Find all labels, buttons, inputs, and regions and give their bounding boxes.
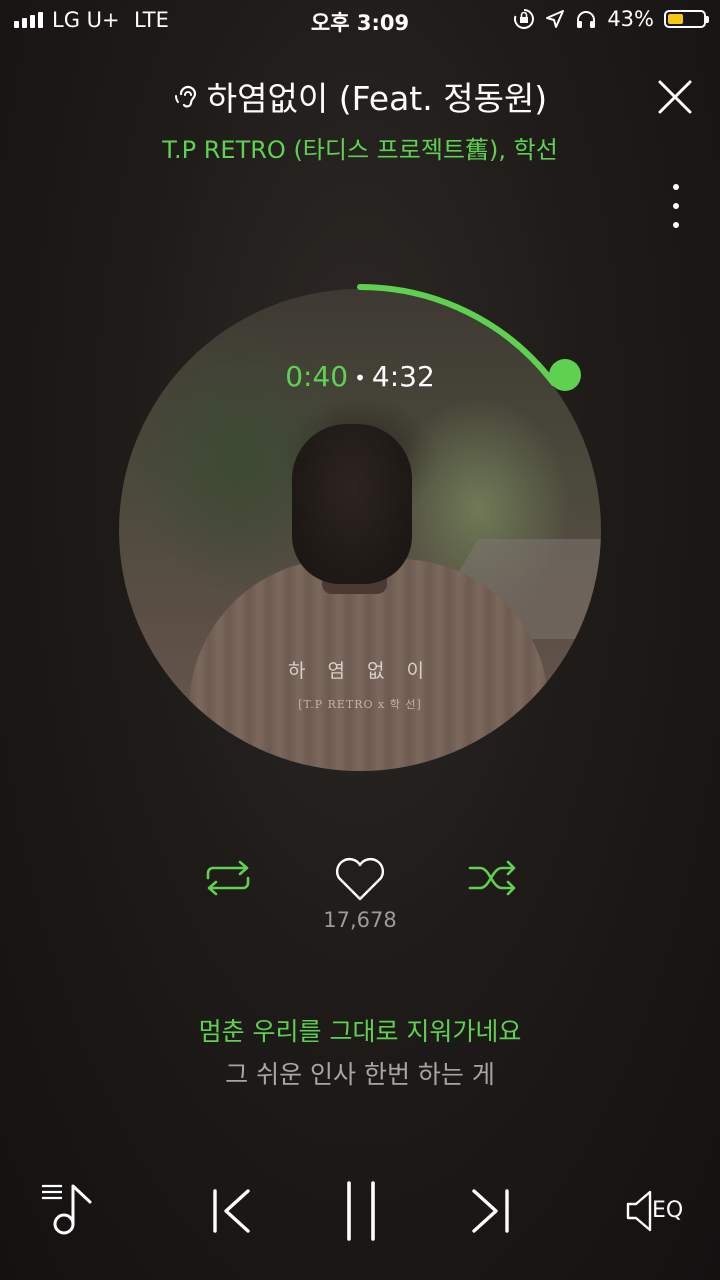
total-time: 4:32 [371,360,435,393]
previous-track-icon[interactable] [210,1188,252,1234]
status-bar: LG U+ LTE 오후 3:09 43% [0,0,720,40]
heart-icon[interactable] [333,855,387,903]
rotation-lock-icon [514,9,535,29]
playback-time: 0:40 • 4:32 [0,360,720,393]
artist-name[interactable]: T.P RETRO (타디스 프로젝트舊), 학선 [0,130,720,165]
more-options-icon[interactable] [664,184,688,228]
elapsed-time: 0:40 [285,360,349,393]
next-track-icon[interactable] [470,1188,512,1234]
hearing-icon [173,81,201,120]
eq-label: EQ [652,1198,684,1223]
close-icon[interactable] [652,74,698,120]
headphones-icon [577,11,596,28]
album-art-title: 하 염 없 이 [287,660,433,682]
song-title: 하염없이 (Feat. 정동원) [0,72,720,120]
album-art-subtitle: [T.P RETRO x 학 선] [298,698,422,711]
lyric-current-line[interactable]: 멈춘 우리를 그대로 지워가네요 [0,1012,720,1048]
repeat-icon[interactable] [202,860,254,896]
battery-icon [664,10,709,28]
location-icon [546,10,565,28]
equalizer-button[interactable]: EQ [624,1188,688,1234]
playlist-icon[interactable] [40,1180,98,1238]
status-icons: 43% [513,7,709,31]
song-title-text: 하염없이 (Feat. 정동원) [206,79,548,118]
lyric-next-line[interactable]: 그 쉬운 인사 한번 하는 게 [0,1055,720,1091]
pause-icon[interactable] [344,1180,378,1242]
time-separator: • [354,366,366,390]
battery-percent: 43% [607,7,654,31]
shuffle-icon[interactable] [468,860,520,896]
battery-fill [668,14,683,24]
like-count: 17,678 [323,908,397,932]
